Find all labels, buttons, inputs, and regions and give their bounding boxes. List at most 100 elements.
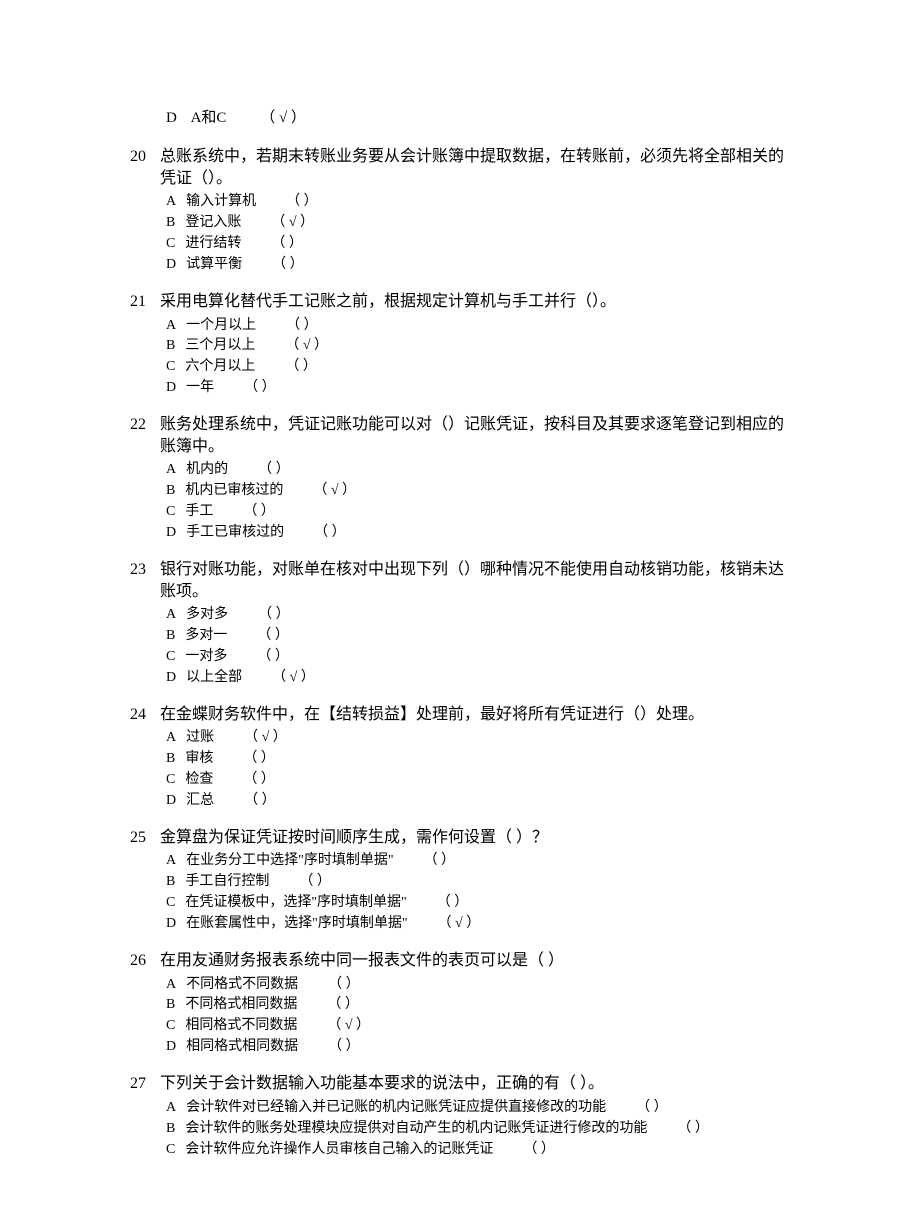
option-row: B 机内已审核过的 （ √ ） bbox=[166, 482, 790, 501]
option-list: A过账（ √ ）B审核（ ）C检查（ ）D汇总（ ） bbox=[166, 729, 790, 811]
option-mark: （ ） bbox=[244, 792, 276, 811]
option-text: 在账套属性中，选择"序时填制单据" bbox=[186, 915, 407, 934]
option-row: A多对多（ ） bbox=[166, 606, 790, 625]
option-row: C 在凭证模板中，选择"序时填制单据" （ ） bbox=[166, 894, 790, 913]
option-mark: （ √ ） bbox=[285, 337, 328, 356]
question-text: 金算盘为保证凭证按时间顺序生成，需作何设置（ ）？ bbox=[160, 827, 790, 849]
option-text: 多对多 bbox=[186, 606, 228, 625]
option-mark: （ ） bbox=[677, 1120, 709, 1139]
option-letter: C bbox=[166, 894, 175, 913]
option-mark: （ ） bbox=[523, 1141, 555, 1160]
option-list: A会计软件对已经输入并已记账的机内记账凭证应提供直接修改的功能（ ）B会计软件的… bbox=[166, 1099, 790, 1160]
option-row: D 在账套属性中，选择"序时填制单据" （ √ ） bbox=[166, 915, 790, 934]
question-number: 22 bbox=[130, 414, 146, 436]
option-text: 在业务分工中选择"序时填制单据" bbox=[186, 852, 393, 871]
option-text: 多对一 bbox=[185, 627, 227, 646]
option-letter: C bbox=[166, 503, 175, 522]
option-mark: （ √ ） bbox=[271, 214, 314, 233]
option-row: D以上全部（ √ ） bbox=[166, 669, 790, 688]
option-mark: （ ） bbox=[299, 873, 331, 892]
option-text: 登记入账 bbox=[185, 214, 241, 233]
option-mark: （ ） bbox=[437, 894, 469, 913]
option-mark: （ ） bbox=[243, 750, 275, 769]
option-text: 试算平衡 bbox=[186, 256, 242, 275]
question-stem: 26在用友通财务报表系统中同一报表文件的表页可以是（ ） bbox=[130, 950, 790, 972]
option-row: A输入计算机（ ） bbox=[166, 193, 790, 212]
option-text: 三个月以上 bbox=[185, 337, 255, 356]
option-mark: （ ） bbox=[328, 976, 360, 995]
option-mark: （ √ ） bbox=[260, 108, 306, 128]
option-list: A一个月以上（ ）B三个月以上（ √ ）C六个月以上（ ）D一年（ ） bbox=[166, 317, 790, 399]
option-row: C会计软件应允许操作人员审核自己输入的记账凭证（ ） bbox=[166, 1141, 790, 1160]
option-text: 不同格式不同数据 bbox=[186, 976, 298, 995]
option-mark: （ ） bbox=[257, 627, 289, 646]
option-letter: D bbox=[166, 379, 176, 398]
option-text: 一个月以上 bbox=[186, 317, 256, 336]
option-mark: （ ） bbox=[286, 317, 318, 336]
option-text: 输入计算机 bbox=[186, 193, 256, 212]
option-mark: （ ） bbox=[257, 648, 289, 667]
option-row: A 不同格式不同数据 （ ） bbox=[166, 976, 790, 995]
option-letter: D bbox=[166, 524, 176, 543]
question-22: 22 账务处理系统中，凭证记账功能可以对（）记账凭证，按科目及其要求逐笔登记到相应… bbox=[130, 414, 790, 543]
question-number: 25 bbox=[130, 827, 146, 849]
option-text: 一对多 bbox=[185, 648, 227, 667]
option-letter: A bbox=[166, 976, 176, 995]
option-mark: （ √ ） bbox=[272, 669, 315, 688]
question-number: 26 bbox=[130, 950, 146, 972]
option-row: B三个月以上（ √ ） bbox=[166, 337, 790, 356]
option-mark: （ √ ） bbox=[244, 729, 287, 748]
option-row: C相同格式不同数据（ √ ） bbox=[166, 1017, 790, 1036]
option-text: 手工 bbox=[185, 503, 213, 522]
question-stem: 22 账务处理系统中，凭证记账功能可以对（）记账凭证，按科目及其要求逐笔登记到相应… bbox=[130, 414, 790, 457]
option-letter: C bbox=[166, 358, 175, 377]
option-mark: （ ） bbox=[636, 1099, 668, 1118]
question-stem: 27下列关于会计数据输入功能基本要求的说法中，正确的有（ ）。 bbox=[130, 1073, 790, 1095]
option-letter: B bbox=[166, 627, 175, 646]
option-text: 手工已审核过的 bbox=[186, 524, 284, 543]
option-letter: D bbox=[166, 915, 176, 934]
option-list: A在业务分工中选择"序时填制单据"（ ）B手工自行控制（ ）C在凭证模板中，选择… bbox=[166, 852, 790, 934]
question-stem: 25 金算盘为保证凭证按时间顺序生成，需作何设置（ ）？ bbox=[130, 827, 790, 849]
option-letter: B bbox=[166, 482, 175, 501]
option-text: 相同格式相同数据 bbox=[186, 1038, 298, 1057]
option-list: A机内的（ ） B 机内已审核过的 （ √ ） C 手工 （ ）D 手工已审核过的 （ ） bbox=[166, 461, 790, 543]
option-mark: （ √ ） bbox=[313, 482, 356, 501]
option-mark: （ √ ） bbox=[438, 915, 481, 934]
option-letter: B bbox=[166, 1120, 175, 1139]
option-text: 会计软件对已经输入并已记账的机内记账凭证应提供直接修改的功能 bbox=[186, 1099, 606, 1118]
option-letter: A bbox=[166, 729, 176, 748]
question-26: 26在用友通财务报表系统中同一报表文件的表页可以是（ ） A 不同格式不同数据 （ ）… bbox=[130, 950, 790, 1057]
option-letter: C bbox=[166, 648, 175, 667]
question-text: 下列关于会计数据输入功能基本要求的说法中，正确的有（ ）。 bbox=[160, 1073, 790, 1095]
option-row: A机内的（ ） bbox=[166, 461, 790, 480]
option-row: C六个月以上（ ） bbox=[166, 358, 790, 377]
question-27: 27下列关于会计数据输入功能基本要求的说法中，正确的有（ ）。A会计软件对已经输… bbox=[130, 1073, 790, 1159]
option-text: 机内已审核过的 bbox=[185, 482, 283, 501]
option-row: A一个月以上（ ） bbox=[166, 317, 790, 336]
question-text: 账务处理系统中，凭证记账功能可以对（）记账凭证，按科目及其要求逐笔登记到相应的账… bbox=[160, 414, 790, 457]
option-letter: A bbox=[166, 193, 176, 212]
option-letter: D bbox=[166, 108, 177, 128]
option-row: A会计软件对已经输入并已记账的机内记账凭证应提供直接修改的功能（ ） bbox=[166, 1099, 790, 1118]
option-row: D相同格式相同数据（ ） bbox=[166, 1038, 790, 1057]
option-text: 会计软件应允许操作人员审核自己输入的记账凭证 bbox=[185, 1141, 493, 1160]
option-mark: （ ） bbox=[328, 1038, 360, 1057]
top-option-row: D A和C （ √ ） bbox=[166, 108, 790, 128]
option-row: C进行结转（ ） bbox=[166, 235, 790, 254]
option-mark: （ √ ） bbox=[327, 1017, 370, 1036]
question-number: 23 bbox=[130, 559, 146, 581]
option-text: 汇总 bbox=[186, 792, 214, 811]
option-mark: （ ） bbox=[314, 524, 346, 543]
question-23: 23银行对账功能，对账单在核对中出现下列（）哪种情况不能使用自动核销功能，核销未… bbox=[130, 559, 790, 688]
option-row: B会计软件的账务处理模块应提供对自动产生的机内记账凭证进行修改的功能（ ） bbox=[166, 1120, 790, 1139]
option-text: 在凭证模板中，选择"序时填制单据" bbox=[185, 894, 406, 913]
question-24: 24在金蝶财务软件中，在【结转损益】处理前，最好将所有凭证进行（）处理。A过账（… bbox=[130, 704, 790, 811]
option-text: 检查 bbox=[185, 771, 213, 790]
option-text: 一年 bbox=[186, 379, 214, 398]
option-row: D 手工已审核过的 （ ） bbox=[166, 524, 790, 543]
option-letter: A bbox=[166, 606, 176, 625]
question-text: 采用电算化替代手工记账之前，根据规定计算机与手工并行（）。 bbox=[160, 291, 790, 313]
question-number: 21 bbox=[130, 291, 146, 313]
option-list: A多对多（ ）B多对一（ ）C一对多（ ）D以上全部（ √ ） bbox=[166, 606, 790, 688]
